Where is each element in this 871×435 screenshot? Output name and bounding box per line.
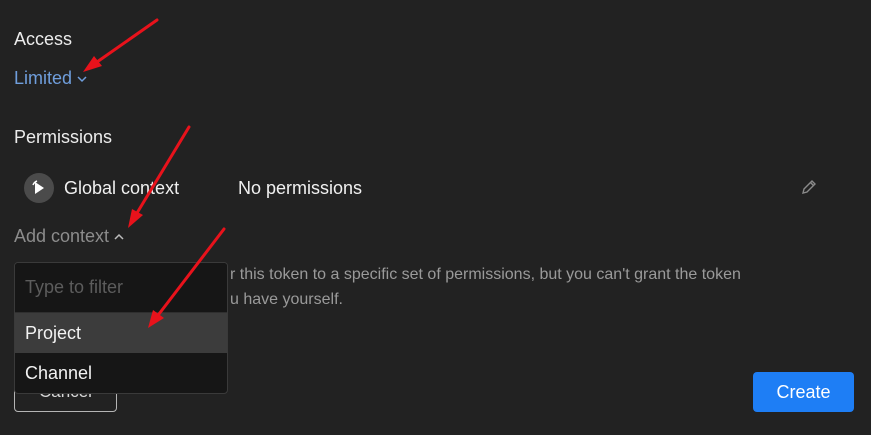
filter-input[interactable] (15, 263, 227, 313)
context-permissions: No permissions (238, 177, 363, 198)
access-label: Access (14, 29, 73, 49)
add-context-toggle[interactable]: Add context (14, 226, 125, 247)
help-text: r this token to a specific set of permis… (207, 262, 857, 312)
help-text-line: u have yourself. (230, 291, 343, 308)
permissions-label: Permissions (14, 127, 113, 147)
access-dropdown[interactable]: Limited (14, 68, 88, 89)
play-logo-icon (24, 173, 54, 203)
permission-row: Global context No permissions (24, 173, 362, 203)
menu-item-channel[interactable]: Channel (15, 353, 227, 393)
help-text-line: r this token to a specific set of permis… (230, 266, 741, 283)
pencil-icon[interactable] (800, 178, 818, 201)
annotation-arrow (83, 18, 159, 72)
access-value: Limited (14, 68, 73, 88)
chevron-down-icon (77, 75, 87, 82)
menu-item-project[interactable]: Project (15, 313, 227, 353)
create-button[interactable]: Create (753, 372, 854, 412)
chevron-up-icon (114, 233, 124, 240)
add-context-label: Add context (14, 226, 110, 246)
context-dropdown-menu: Project Channel (14, 262, 228, 394)
context-name: Global context (64, 177, 180, 198)
